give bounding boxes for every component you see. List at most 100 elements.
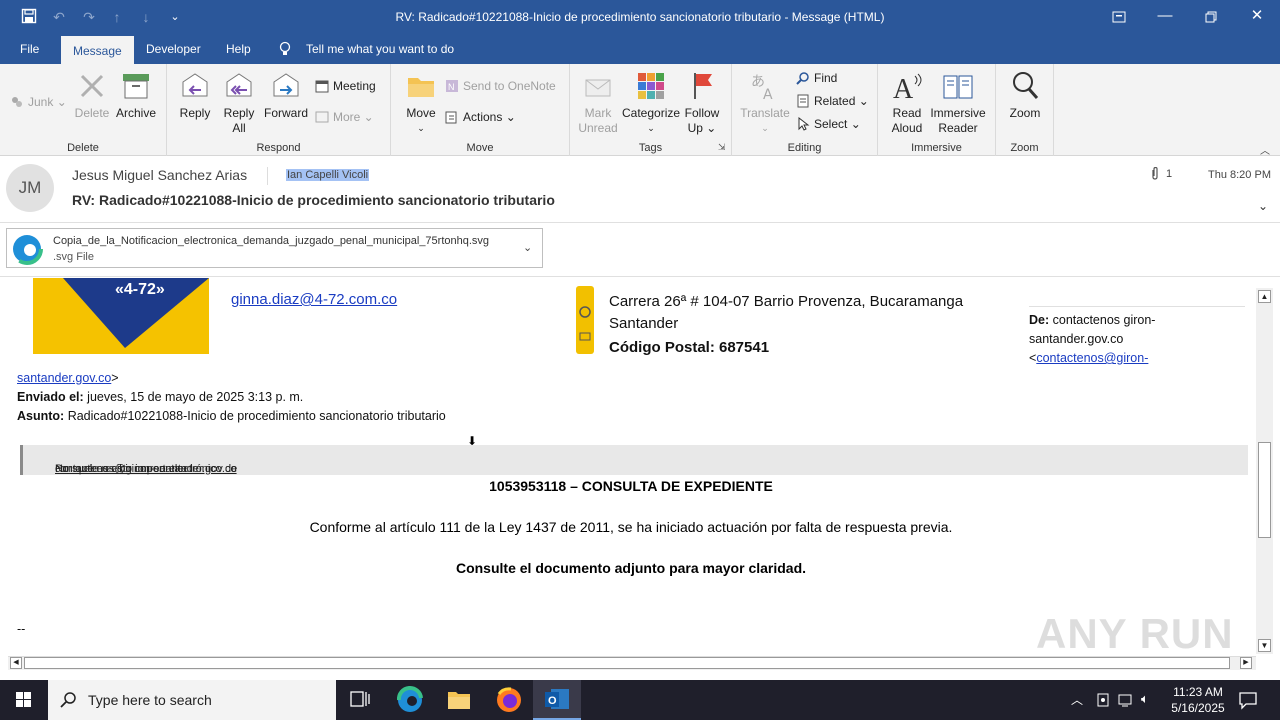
envelope-icon	[582, 70, 614, 102]
sender-domain-line: santander.gov.co>	[17, 371, 119, 385]
redo-icon[interactable]: ↷	[80, 8, 98, 26]
sender-email-link[interactable]: ginna.diaz@4-72.com.co	[231, 291, 397, 308]
archive-icon	[120, 70, 152, 102]
start-button[interactable]	[0, 680, 48, 720]
divider	[1029, 306, 1245, 307]
ribbon-display-options-icon[interactable]	[1096, 0, 1142, 34]
send-to-onenote-button[interactable]: N Send to OneNote	[445, 76, 556, 96]
ribbon-tabs: File Message Developer Help Tell me what…	[0, 34, 1280, 64]
sender-domain-link[interactable]: santander.gov.co	[17, 371, 111, 385]
collapse-ribbon-icon[interactable]: ︿	[1260, 142, 1270, 157]
archive-button[interactable]: Archive	[114, 70, 158, 121]
sent-line: Enviado el: jueves, 15 de mayo de 2025 3…	[17, 390, 304, 404]
lightbulb-icon	[278, 41, 292, 60]
system-clock[interactable]: 11:23 AM 5/16/2025	[1162, 684, 1234, 716]
network-drive-icon[interactable]	[1096, 692, 1110, 711]
de-line-1: De: contactenos giron-	[1029, 313, 1156, 327]
edge-icon	[11, 233, 43, 268]
meeting-button[interactable]: Meeting	[315, 76, 376, 96]
recipient-name[interactable]: Ian Capelli Vicoli	[286, 169, 370, 181]
translate-icon: あA	[749, 70, 781, 103]
svg-text:O: O	[548, 695, 557, 707]
tab-message[interactable]: Message	[61, 36, 134, 64]
more-icon	[315, 110, 329, 124]
sender-name[interactable]: Jesus Miguel Sanchez Arias	[72, 167, 247, 183]
body-paragraph-2: Consulte el documento adjunto para mayor…	[455, 560, 807, 576]
zoom-button[interactable]: Zoom	[1004, 70, 1046, 121]
customize-toolbar-icon[interactable]: ⌄	[166, 8, 184, 26]
save-icon[interactable]	[20, 8, 38, 26]
expand-header-icon[interactable]: ⌄	[1258, 199, 1268, 213]
forward-button[interactable]: Forward	[263, 70, 309, 121]
actions-button[interactable]: Actions ⌄	[445, 107, 516, 127]
delete-button[interactable]: Delete	[74, 70, 110, 121]
reply-all-button[interactable]: Reply All	[221, 70, 257, 136]
volume-icon[interactable]: 🔈︎	[1141, 691, 1149, 707]
scroll-up-arrow[interactable]: ▲	[1258, 290, 1271, 303]
previous-item-icon[interactable]: ↑	[108, 8, 126, 26]
chevron-up-icon[interactable]: ︿	[1071, 691, 1083, 708]
horizontal-scroll-thumb[interactable]	[24, 657, 1230, 669]
firefox-icon[interactable]	[485, 680, 533, 720]
logo-text: «4-72»	[115, 281, 165, 298]
file-explorer-icon[interactable]	[435, 680, 483, 720]
tab-file[interactable]: File	[8, 34, 51, 64]
folder-move-icon	[405, 70, 437, 102]
junk-icon	[10, 95, 24, 109]
paperclip-icon	[1150, 166, 1160, 184]
network-icon[interactable]	[1118, 692, 1136, 711]
delete-icon	[76, 70, 108, 102]
address-line-2: Santander	[609, 315, 679, 332]
close-button[interactable]: ✕	[1234, 0, 1280, 34]
svg-text:N: N	[448, 82, 455, 92]
tell-me-search[interactable]: Tell me what you want to do	[294, 34, 466, 64]
scroll-left-arrow[interactable]: ◀	[10, 657, 22, 669]
tab-developer[interactable]: Developer	[134, 34, 213, 64]
translate-button[interactable]: あA Translate ⌄	[738, 70, 792, 136]
find-button[interactable]: Find	[796, 68, 837, 88]
taskbar: Type here to search O ︿ 🔈︎ 11:23 AM 5/16…	[0, 680, 1280, 720]
reply-icon	[179, 70, 211, 102]
search-placeholder: Type here to search	[88, 692, 212, 708]
scroll-right-arrow[interactable]: ▶	[1240, 657, 1252, 669]
chevron-down-icon[interactable]: ⌄	[523, 241, 532, 254]
search-icon	[796, 71, 810, 85]
immersive-group: A Read Aloud Immersive Reader Immersive	[878, 64, 996, 156]
scroll-down-arrow[interactable]: ▼	[1258, 639, 1271, 652]
move-button[interactable]: Move ⌄	[401, 70, 441, 136]
de-line-3: <contactenos@giron-	[1029, 351, 1149, 365]
task-view-icon[interactable]	[336, 680, 384, 720]
why-important-link[interactable]: Por qué es esto importante	[55, 463, 187, 475]
svg-text:A: A	[893, 74, 914, 102]
junk-button[interactable]: Junk ⌄	[10, 92, 67, 112]
tab-help[interactable]: Help	[214, 34, 263, 64]
vertical-scroll-thumb[interactable]	[1258, 442, 1271, 538]
outlook-taskbar-icon[interactable]: O	[533, 680, 581, 720]
avatar[interactable]: JM	[6, 164, 54, 212]
notification-center-icon[interactable]	[1238, 690, 1258, 713]
minimize-button[interactable]: —	[1142, 0, 1188, 34]
de-email-link[interactable]: contactenos@giron-	[1036, 351, 1148, 365]
subject-line: Asunto: Radicado#10221088-Inicio de proc…	[17, 409, 446, 423]
taskbar-search[interactable]: Type here to search	[48, 680, 336, 720]
undo-icon[interactable]: ↶	[50, 8, 68, 26]
reply-button[interactable]: Reply	[177, 70, 213, 121]
attachment-card[interactable]: Copia_de_la_Notificacion_electronica_dem…	[6, 228, 543, 268]
message-header: JM Jesus Miguel Sanchez Arias Ian Capell…	[0, 157, 1280, 277]
read-aloud-button[interactable]: A Read Aloud	[886, 70, 928, 136]
cursor-icon	[796, 116, 810, 131]
mark-unread-button[interactable]: Mark Unread	[578, 70, 618, 136]
magnifier-icon	[1009, 70, 1041, 102]
next-item-icon[interactable]: ↓	[137, 8, 155, 26]
categorize-button[interactable]: Categorize ⌄	[622, 70, 680, 136]
select-button[interactable]: Select ⌄	[796, 114, 861, 134]
case-heading: 1053953118 – CONSULTA DE EXPEDIENTE	[489, 478, 773, 494]
more-respond-button[interactable]: More ⌄	[315, 107, 374, 127]
maximize-button[interactable]	[1188, 0, 1234, 34]
immersive-reader-button[interactable]: Immersive Reader	[928, 70, 988, 136]
related-button[interactable]: Related ⌄	[796, 91, 869, 111]
edge-browser-icon[interactable]	[386, 680, 434, 720]
follow-up-button[interactable]: Follow Up ⌄	[682, 70, 722, 136]
onenote-icon: N	[445, 79, 459, 93]
categorize-icon	[635, 70, 667, 102]
